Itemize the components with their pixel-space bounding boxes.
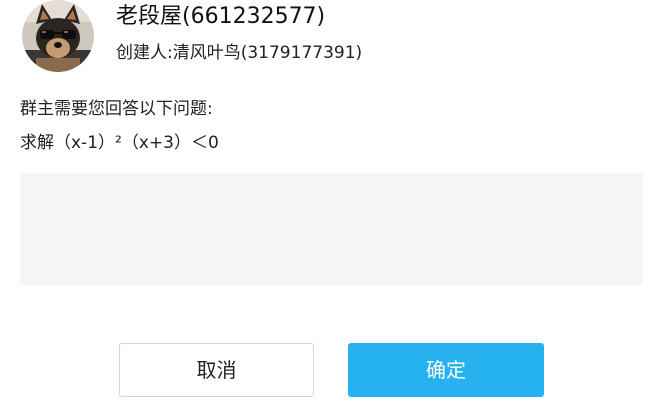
question-prompt: 群主需要您回答以下问题: — [20, 99, 213, 119]
group-creator: 创建人:清风叶鸟(3179177391) — [116, 43, 363, 63]
cancel-button[interactable]: 取消 — [119, 343, 314, 397]
group-avatar-image — [22, 0, 94, 72]
answer-input[interactable] — [20, 173, 643, 285]
group-name: 老段屋(661232577) — [116, 4, 326, 29]
group-avatar — [22, 0, 94, 72]
question-text: 求解（x-1）²（x+3）＜0 — [20, 133, 219, 153]
confirm-button[interactable]: 确定 — [348, 343, 544, 397]
